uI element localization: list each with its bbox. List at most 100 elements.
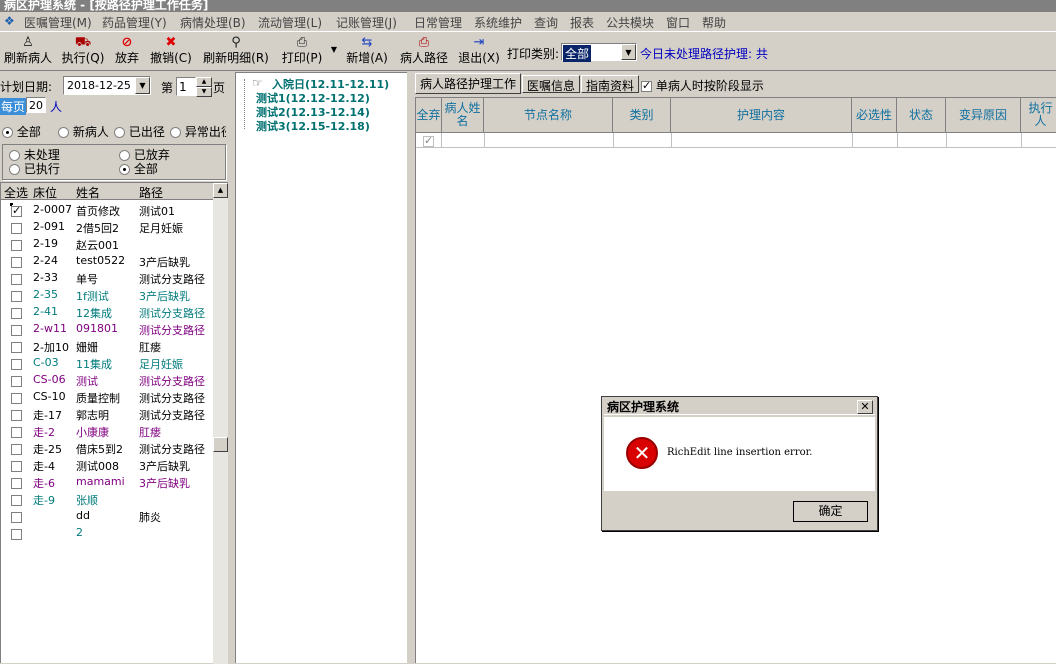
abandon-checkbox[interactable] (416, 133, 442, 148)
table-row[interactable]: 2-41 12集成 测试分支路径 (1, 303, 213, 320)
filter-exited-radio[interactable]: 已出径 (114, 123, 165, 140)
bed-cell: 2-091 (33, 220, 65, 233)
bed-cell: CS-10 (33, 390, 66, 403)
name-cell: 首页修改 (76, 205, 120, 218)
table-row[interactable]: 2-19 赵云001 (1, 235, 213, 252)
table-row[interactable]: C-03 11集成 足月妊娠 (1, 354, 213, 371)
patient-name-header[interactable]: 病人姓名 (442, 98, 484, 133)
per-page-label: 每页 (0, 98, 27, 115)
page-number-input[interactable]: 1 (176, 77, 196, 96)
menu-billing[interactable]: 记账管理(J) (336, 14, 397, 31)
name-cell: 郭志明 (76, 409, 109, 422)
category-header[interactable]: 类别 (613, 98, 671, 133)
filter-abandoned-radio[interactable]: 已放弃 (119, 149, 170, 161)
patient-path-button[interactable]: ⎙ 病人路径 (398, 35, 450, 69)
table-row[interactable]: CS-06 测试 测试分支路径 (1, 371, 213, 388)
care-task-grid: 全弃 病人姓名 节点名称 类别 护理内容 必选性 状态 变异原因 执行人 (415, 97, 1056, 663)
filter-unprocessed-radio[interactable]: 未处理 (9, 149, 60, 161)
chevron-down-icon[interactable]: ▼ (621, 44, 636, 60)
execute-button[interactable]: ⛟ 执行(Q) (60, 35, 106, 69)
table-row[interactable]: dd 肺炎 (1, 507, 213, 524)
bed-cell: 2-33 (33, 271, 58, 284)
path-cell: 肛瘘 (139, 341, 161, 354)
scroll-thumb[interactable] (213, 437, 228, 452)
stage-display-checkbox[interactable]: 单病人时按阶段显示 (641, 77, 764, 94)
required-header[interactable]: 必选性 (852, 98, 897, 133)
table-row[interactable]: 走-25 借床5到2 测试分支路径 (1, 439, 213, 456)
table-row[interactable]: 2 (1, 524, 213, 541)
abandon-button[interactable]: ⊘ 放弃 (112, 35, 142, 69)
tree-node-test3[interactable]: 测试3(12.15-12.18) (256, 118, 370, 134)
table-row[interactable]: 走-9 张顺 (1, 490, 213, 507)
patient-grid-scrollbar[interactable]: ▲ (213, 183, 228, 664)
tab-path-care-work[interactable]: 病人路径护理工作 (415, 73, 522, 94)
menu-daily[interactable]: 日常管理 (414, 14, 462, 31)
refresh-patient-button[interactable]: ♙ 刷新病人 (3, 35, 53, 69)
page-down-button[interactable]: ▼ (196, 87, 212, 97)
menu-reports[interactable]: 报表 (570, 14, 594, 31)
refresh-detail-button[interactable]: ⚲ 刷新明细(R) (203, 35, 269, 69)
table-row[interactable]: 2-0007 首页修改 测试01 (1, 201, 213, 218)
abandon-all-header[interactable]: 全弃 (416, 98, 442, 133)
menu-drugs[interactable]: 药品管理(Y) (102, 14, 167, 31)
print-button[interactable]: ⎙ 打印(P) (279, 35, 325, 69)
path-header[interactable]: 路径 (139, 184, 163, 201)
chevron-down-icon[interactable]: ▼ (135, 77, 150, 94)
filter-all2-radio[interactable]: 全部 (119, 163, 158, 175)
tab-guide[interactable]: 指南资料 (581, 75, 640, 93)
menu-public[interactable]: 公共模块 (606, 14, 654, 31)
table-row[interactable]: 2-24 test0522 3产后缺乳 (1, 252, 213, 269)
filter-executed-radio[interactable]: 已执行 (9, 163, 60, 175)
filter-abnormal-exit-radio[interactable]: 异常出径 (170, 123, 226, 140)
error-icon: ✕ (626, 437, 658, 469)
table-row[interactable]: 2-35 1f测试 3产后缺乳 (1, 286, 213, 303)
close-icon[interactable]: ✕ (857, 400, 873, 414)
table-row[interactable]: 走-4 测试008 3产后缺乳 (1, 456, 213, 473)
filter-all-radio[interactable]: 全部 (2, 123, 41, 140)
table-row[interactable]: 走-17 郭志明 测试分支路径 (1, 405, 213, 422)
table-row[interactable]: 2-w11 091801 测试分支路径 (1, 320, 213, 337)
table-row[interactable]: 走-2 小康康 肛瘘 (1, 422, 213, 439)
menu-system[interactable]: 系统维护 (474, 14, 522, 31)
menu-flow[interactable]: 流动管理(L) (258, 14, 322, 31)
name-cell: mamami (76, 475, 125, 488)
name-header[interactable]: 姓名 (76, 184, 100, 201)
status-header[interactable]: 状态 (897, 98, 946, 133)
table-row[interactable]: 2-加10 姗姗 肛瘘 (1, 337, 213, 354)
refresh-detail-icon: ⚲ (231, 35, 241, 50)
menu-help[interactable]: 帮助 (702, 14, 726, 31)
bed-cell: 走-25 (33, 443, 62, 456)
menu-window[interactable]: 窗口 (666, 14, 690, 31)
bed-cell: 2-加10 (33, 341, 69, 354)
cancel-button[interactable]: ✖ 撤销(C) (148, 35, 194, 69)
table-row[interactable]: 2-091 2借5回2 足月妊娠 (1, 218, 213, 235)
table-row[interactable]: 2-33 单号 测试分支路径 (1, 269, 213, 286)
dialog-body: ✕ RichEdit line insertion error. (604, 417, 875, 491)
path-cell: 肛瘘 (139, 426, 161, 439)
variance-reason-header[interactable]: 变异原因 (946, 98, 1021, 133)
menu-orders[interactable]: 医嘱管理(M) (24, 14, 92, 31)
page-up-button[interactable]: ▲ (196, 77, 212, 87)
menu-query[interactable]: 查询 (534, 14, 558, 31)
scroll-up-arrow[interactable]: ▲ (213, 183, 228, 198)
app-icon[interactable]: ❖ (4, 14, 15, 28)
print-category-select[interactable]: 全部 ▼ (561, 43, 637, 62)
care-content-header[interactable]: 护理内容 (671, 98, 852, 133)
filter-new-patient-radio[interactable]: 新病人 (58, 123, 109, 140)
per-page-input[interactable]: 20 (26, 97, 46, 113)
tab-order-info[interactable]: 医嘱信息 (522, 75, 581, 93)
plan-date-picker[interactable]: 2018-12-25 ▼ (63, 76, 151, 95)
name-cell: 单号 (76, 273, 98, 286)
node-name-header[interactable]: 节点名称 (484, 98, 613, 133)
process-filter-group: 未处理 已放弃 已执行 全部 (2, 144, 226, 180)
executor-header[interactable]: 执行人 (1021, 98, 1056, 133)
menu-condition[interactable]: 病情处理(B) (180, 14, 246, 31)
table-row[interactable]: 走-6 mamami 3产后缺乳 (1, 473, 213, 490)
ok-button[interactable]: 确定 (793, 501, 868, 522)
table-row[interactable]: CS-10 质量控制 测试分支路径 (1, 388, 213, 405)
exit-button[interactable]: ⇥ 退出(X) (456, 35, 502, 69)
status-filter-group: 全部 新病人 已出径 异常出径 (0, 120, 226, 140)
bed-header[interactable]: 床位 (33, 184, 57, 201)
add-button[interactable]: ⇆ 新增(A) (344, 35, 390, 69)
select-all-header[interactable]: 全选 (4, 184, 28, 201)
